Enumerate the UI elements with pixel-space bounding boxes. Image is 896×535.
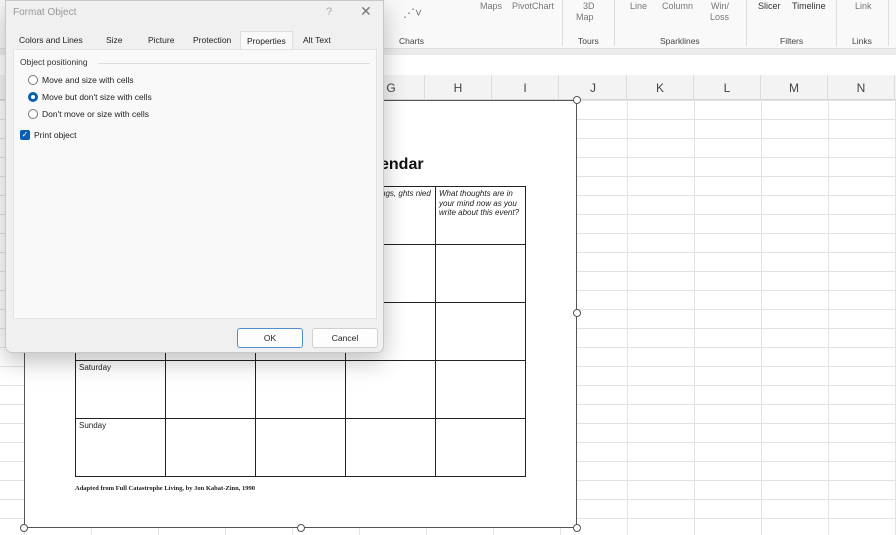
group-filters: Filters (780, 36, 804, 46)
scatter-chart-icon[interactable]: ⋰˅ (403, 7, 422, 19)
pivotchart-button[interactable]: PivotChart (512, 1, 554, 12)
radio-label: Don't move or size with cells (42, 109, 149, 119)
column-header-h[interactable]: H (425, 75, 492, 100)
resize-handle-tr[interactable] (573, 96, 581, 104)
dialog-title: Format Object (13, 7, 77, 18)
slicer-button[interactable]: Slicer (758, 1, 781, 12)
group-tours: Tours (578, 36, 599, 46)
group-sparklines: Sparklines (660, 36, 700, 46)
sparkline-winloss-label[interactable]: Loss (710, 12, 729, 23)
resize-handle-br[interactable] (573, 524, 581, 532)
radio-icon (28, 75, 38, 85)
row-label-saturday: Saturday (75, 360, 166, 419)
object-positioning-label: Object positioning (20, 57, 88, 67)
3d-map-button-label[interactable]: Map (576, 12, 594, 23)
column-header-j[interactable]: J (560, 75, 627, 100)
cancel-button[interactable]: Cancel (312, 328, 378, 348)
radio-dont-move-or-size[interactable]: Don't move or size with cells (28, 109, 149, 119)
radio-icon (28, 109, 38, 119)
tab-protection[interactable]: Protection (187, 31, 237, 49)
column-header-n[interactable]: N (828, 75, 895, 100)
resize-handle-right[interactable] (573, 309, 581, 317)
link-button[interactable]: Link (855, 1, 872, 12)
radio-label: Move and size with cells (42, 75, 134, 85)
checkbox-label: Print object (34, 130, 77, 140)
tab-properties[interactable]: Properties (240, 31, 293, 49)
print-object-checkbox[interactable]: ✓ Print object (20, 130, 77, 140)
radio-selected-icon (28, 92, 38, 102)
column-header-l[interactable]: L (694, 75, 761, 100)
tab-alt-text[interactable]: Alt Text (297, 31, 337, 49)
resize-handle-bl[interactable] (20, 524, 28, 532)
group-charts: Charts (399, 36, 425, 46)
tab-picture[interactable]: Picture (142, 31, 180, 49)
credit-text: Adapted from Full Catastrophe Living, by… (75, 485, 255, 492)
column-header-m[interactable]: M (761, 75, 828, 100)
group-divider (98, 63, 370, 64)
radio-move-dont-size[interactable]: Move but don't size with cells (28, 92, 152, 102)
sparkline-winloss-button[interactable]: Win/ (711, 1, 729, 12)
maps-button[interactable]: Maps (480, 1, 502, 12)
tab-colors-and-lines[interactable]: Colors and Lines (13, 31, 89, 49)
ok-button[interactable]: OK (237, 328, 303, 348)
sparkline-column-button[interactable]: Column (662, 1, 693, 12)
column-header-k[interactable]: K (627, 75, 694, 100)
timeline-button[interactable]: Timeline (792, 1, 826, 12)
tab-size[interactable]: Size (100, 31, 129, 49)
column-header-i[interactable]: I (492, 75, 559, 100)
sparkline-line-button[interactable]: Line (630, 1, 647, 12)
resize-handle-bottom[interactable] (297, 524, 305, 532)
help-icon[interactable]: ? (326, 6, 332, 18)
row-label-sunday: Sunday (75, 418, 166, 477)
header-col5: What thoughts are in your mind now as yo… (435, 186, 526, 245)
format-object-dialog: Format Object ? ✕ Colors and Lines Size … (5, 0, 384, 353)
properties-panel: Object positioning Move and size with ce… (13, 49, 377, 319)
close-icon[interactable]: ✕ (360, 3, 372, 20)
calendar-title: endar (380, 156, 424, 173)
checkmark-icon: ✓ (20, 130, 30, 140)
radio-label: Move but don't size with cells (42, 92, 152, 102)
radio-move-and-size[interactable]: Move and size with cells (28, 75, 134, 85)
group-links: Links (852, 36, 872, 46)
3d-map-button[interactable]: 3D (583, 1, 595, 12)
